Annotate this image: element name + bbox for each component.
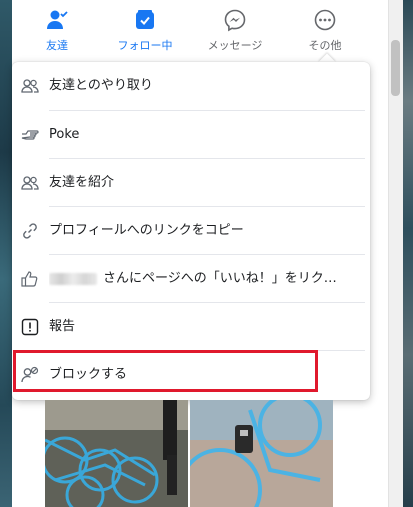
follow-check-icon (136, 10, 154, 29)
background-photo-left (0, 0, 12, 507)
suggest-friends-icon (21, 176, 39, 190)
profile-action-bar: 友達 フォロー中 メッセージ その他 (12, 0, 388, 60)
menu-item-label: さんにページへの「いいね！」をリク… (103, 271, 337, 286)
nav-more-button[interactable]: その他 (280, 4, 370, 56)
person-check-icon (47, 10, 68, 29)
menu-item-label: 報告 (49, 319, 76, 334)
nav-message-label: メッセージ (207, 39, 263, 52)
bicycle-photo-right (190, 400, 333, 507)
block-highlight-annotation (13, 350, 318, 392)
menu-item-text: さんにページへの「いいね！」をリク… (49, 255, 337, 303)
menu-item-suggest-friends[interactable]: 友達を紹介 (12, 159, 370, 207)
more-options-menu: 友達とのやり取り Poke 友達を紹介 プロフィールへのリンクをコピー さんにペ… (12, 62, 370, 400)
link-icon (23, 223, 37, 239)
menu-item-label: Poke (49, 127, 80, 142)
menu-item-label: プロフィールへのリンクをコピー (49, 223, 244, 238)
page-scrollbar-thumb[interactable] (391, 40, 400, 96)
menu-item-poke[interactable]: Poke (12, 111, 370, 159)
nav-message-button[interactable]: メッセージ (190, 4, 280, 56)
menu-item-label: 友達とのやり取り (49, 78, 153, 93)
nav-friends-button[interactable]: 友達 (12, 4, 102, 56)
poke-hand-icon (21, 130, 39, 140)
menu-item-copy-profile-link[interactable]: プロフィールへのリンクをコピー (12, 207, 370, 255)
more-icon (314, 9, 336, 31)
menu-item-label: 友達を紹介 (49, 175, 115, 190)
nav-following-label: フォロー中 (117, 39, 173, 52)
nav-friends-label: 友達 (46, 39, 68, 52)
nav-following-button[interactable]: フォロー中 (100, 4, 190, 56)
menu-item-request-page-like[interactable]: さんにページへの「いいね！」をリク… (12, 255, 370, 303)
menu-item-friendship[interactable]: 友達とのやり取り (12, 62, 370, 110)
bicycle-photo-left (45, 400, 188, 507)
report-icon (21, 318, 39, 336)
thumbs-up-icon (21, 271, 38, 287)
profile-page: 友達 フォロー中 メッセージ その他 友達とのやり取り Poke 友達を紹介 プ… (12, 0, 388, 507)
menu-item-report[interactable]: 報告 (12, 303, 370, 351)
nav-more-label: その他 (308, 39, 342, 52)
friends-icon (21, 79, 39, 93)
redacted-name (49, 272, 97, 285)
messenger-icon (224, 9, 246, 32)
